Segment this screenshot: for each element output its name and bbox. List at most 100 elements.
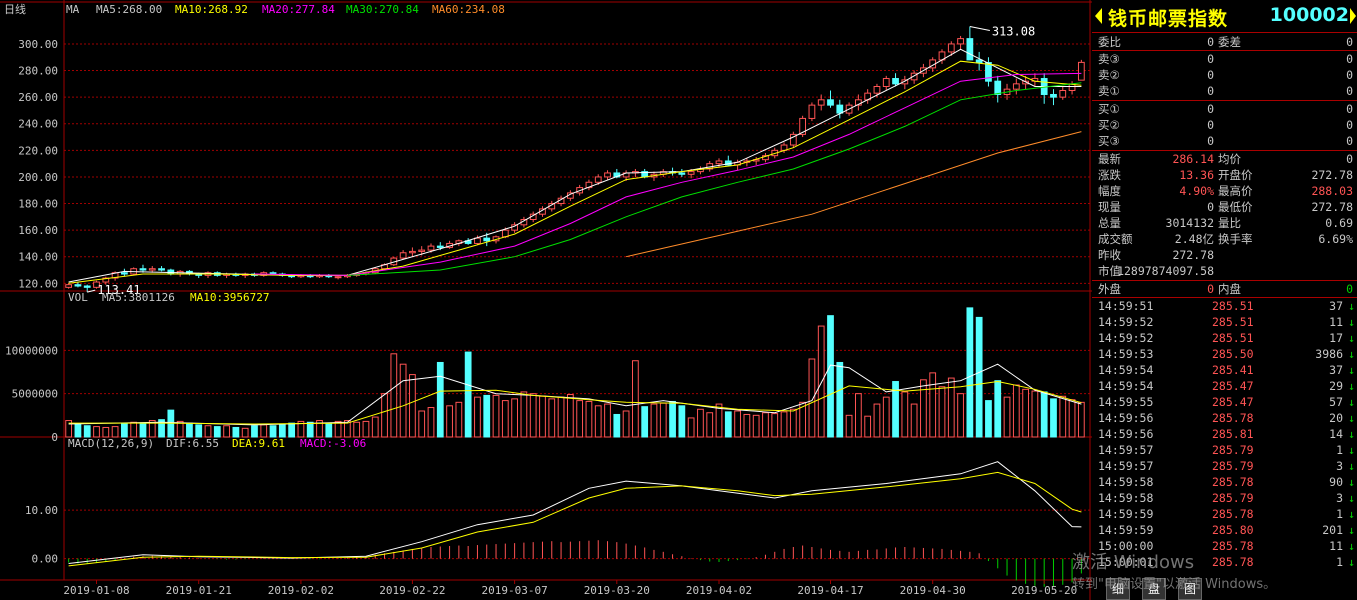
volume-bar [362,420,370,438]
candle-body [678,172,686,175]
row-value-2: 272.78 [1311,200,1353,214]
wai-pan-label: 外盘 [1098,282,1121,296]
date-tick-label: 2019-03-20 [584,584,650,597]
tick-volume: 1 [1336,555,1343,569]
tick-price: 285.51 [1212,315,1254,329]
volume-bar [111,426,119,438]
stat-row: 幅度 4.90% 最高价 288.03 [1092,183,1357,199]
row-value: 286.14 [1172,152,1214,166]
candle-body [474,237,481,244]
volume-bar [223,425,230,438]
tick-row: 14:59:55 285.47 57 ↓ [1092,394,1357,410]
chart-canvas[interactable]: 300.00 280.00 260.00 240.00 220.00 200.00 180.… [0,0,1092,600]
volume-bar [864,415,872,438]
volume-bar [483,394,491,438]
price-tick-label: 300.00 [18,38,58,51]
row-label-2: 最高价 [1218,184,1253,198]
volume-bar [1077,401,1085,438]
volume-bar [381,393,388,438]
volume-bar [260,424,268,438]
tick-time: 14:59:58 [1098,491,1154,505]
candle-body [975,59,983,64]
down-arrow-icon: ↓ [1348,379,1355,393]
volume-bar [1012,384,1020,438]
nei-pan-value: 0 [1346,282,1353,296]
volume-bar [613,413,621,438]
tick-time: 14:59:57 [1098,443,1154,457]
volume-bar [659,402,667,438]
nei-pan-label: 内盘 [1218,282,1241,296]
down-arrow-icon: ↓ [1348,523,1355,537]
row-value: 0 [1207,200,1214,214]
tick-row: 14:59:54 285.47 29 ↓ [1092,378,1357,394]
volume-bar [752,414,760,438]
ma-line-ma5 [68,48,1082,283]
candle-body [873,86,881,94]
down-arrow-icon: ↓ [1348,475,1355,489]
candle-body [148,268,156,271]
date-tick-label: 2019-02-02 [268,584,334,597]
volume-bar [566,394,574,438]
ma-line-ma20 [254,72,1082,276]
volume-bar [529,393,537,438]
row-label-2: 换手率 [1218,232,1253,246]
volume-bar [706,412,714,438]
volume-bar [1003,396,1011,438]
date-tick-label: 2019-01-08 [63,584,129,597]
tick-price: 285.78 [1212,507,1254,521]
price-tick-label: 140.00 [18,251,58,264]
volume-bar [288,422,296,438]
volume-bar [511,398,518,438]
candle-body [139,268,147,271]
wei-bi-row: 委比 0 委差 0 [1092,34,1357,50]
price-tick-label: 280.00 [18,65,58,78]
tick-row: 14:59:52 285.51 17 ↓ [1092,330,1357,346]
candle-body [994,80,1002,95]
down-arrow-icon: ↓ [1348,539,1355,553]
buy-level: 买② 0 0 [1092,117,1357,133]
volume-bar [1022,388,1029,438]
candle-body [1077,61,1085,81]
tick-volume: 3986 [1315,347,1343,361]
price-tick-label: 160.00 [18,224,58,237]
volume-bar [929,372,937,438]
tick-row: 14:59:59 285.80 201 ↓ [1092,522,1357,538]
volume-bar [585,400,593,438]
volume-bar [687,417,695,438]
price-tick-label: 180.00 [18,198,58,211]
tick-time: 14:59:51 [1098,299,1154,313]
candle-body [409,250,416,254]
candle-body [65,284,73,288]
volume-bar [650,403,658,438]
prev-arrow-icon[interactable] [1095,8,1102,24]
volume-bar [306,421,314,438]
volume-bar [251,425,258,438]
down-arrow-icon: ↓ [1348,491,1355,505]
high-price-label: 313.08 [992,25,1035,39]
candle-body [715,160,723,165]
date-tick-label: 2019-01-21 [166,584,232,597]
next-arrow-icon[interactable] [1350,8,1356,24]
macd-dif-line [68,461,1082,564]
macd-title: MACD(12,26,9) [68,437,154,450]
tick-volume: 90 [1329,475,1343,489]
row-label: 幅度 [1098,184,1121,198]
candle-body [483,237,491,242]
row-value: 0 [1207,134,1214,148]
volume-bar [985,400,992,438]
volume-bar [910,403,918,438]
quote-panel: 钱币邮票指数 100002 委比 0 委差 0 卖③ 0 0 卖② 0 0 卖① 0 0 买① 0… [1092,0,1357,600]
candle-body [808,104,816,119]
ma20-legend: MA20:277.84 [262,3,335,16]
tick-row: 14:59:51 285.51 37 ↓ [1092,298,1357,314]
volume-bar [390,353,398,438]
volume-bar [334,420,342,438]
volume-bar [734,410,741,438]
volume-bar [232,426,240,438]
volume-bar [724,411,732,438]
volume-bar [641,406,649,438]
ma30-legend: MA30:270.84 [346,3,419,16]
volume-bar [213,426,221,438]
tick-volume: 3 [1336,491,1343,505]
volume-bar [882,396,890,438]
